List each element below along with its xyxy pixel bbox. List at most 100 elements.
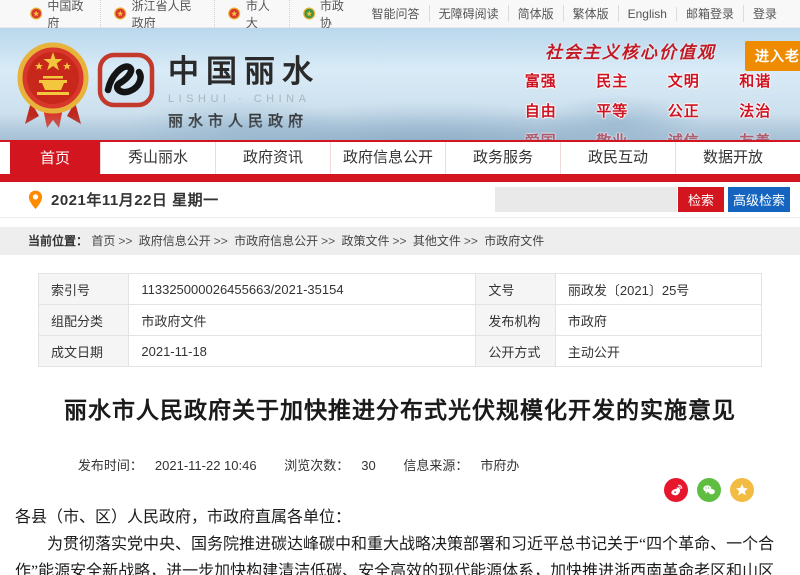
document-content: 索引号 113325000026455663/2021-35154 文号 丽政发…	[0, 255, 800, 575]
wechat-share-icon[interactable]	[697, 478, 721, 502]
nav-item-interaction[interactable]: 政民互动	[560, 142, 675, 174]
search-input[interactable]	[495, 187, 677, 212]
link-login[interactable]: 登录	[744, 5, 786, 22]
link-city-congress[interactable]: 市人大	[215, 0, 289, 31]
doc-meta-table: 索引号 113325000026455663/2021-35154 文号 丽政发…	[38, 273, 762, 367]
nav-item-gov-news[interactable]: 政府资讯	[215, 142, 330, 174]
page-title: 丽水市人民政府关于加快推进分布式光伏规模化开发的实施意见	[38, 391, 762, 425]
nav-item-open-data[interactable]: 数据开放	[675, 142, 790, 174]
search-box: 检索 高级检索	[495, 187, 790, 212]
link-mail-login[interactable]: 邮箱登录	[677, 5, 744, 22]
location-pin-icon	[28, 190, 43, 210]
breadcrumb-separator: >>	[214, 234, 228, 248]
national-emblem	[17, 40, 89, 130]
link-china-gov[interactable]: 中国政府	[30, 0, 101, 31]
gov-links: 中国政府 浙江省人民政府 市人大 市政协	[30, 0, 363, 31]
breadcrumb-separator: >>	[464, 234, 478, 248]
core-values-title: 社会主义核心价值观	[545, 38, 745, 63]
breadcrumb-separator: >>	[393, 234, 407, 248]
breadcrumb-item-city-gov-files[interactable]: 市政府文件	[484, 234, 544, 248]
share-bar	[38, 478, 762, 502]
breadcrumb-separator: >>	[118, 234, 132, 248]
link-zhejiang-gov[interactable]: 浙江省人民政府	[101, 0, 215, 31]
publish-time-label: 发布时间：	[78, 458, 143, 473]
meta-label: 文号	[476, 274, 556, 305]
meta-label: 公开方式	[476, 336, 556, 367]
meta-label: 成文日期	[39, 336, 129, 367]
core-values-grid: 富强 民主 文明 和谐 自由 平等 公正 法治 爱国 敬业 诚信 友善	[505, 70, 791, 140]
link-accessibility[interactable]: 无障碍阅读	[430, 5, 509, 22]
utility-links: 智能问答 无障碍阅读 简体版 繁体版 English 邮箱登录 登录	[363, 5, 786, 22]
top-utility-bar: 中国政府 浙江省人民政府 市人大 市政协 智能问答 无障碍阅读 简体版 繁体版 …	[0, 0, 800, 28]
source-label: 信息来源：	[403, 458, 468, 473]
meta-value: 主动公开	[555, 336, 761, 367]
core-value: 民主	[577, 70, 649, 91]
core-value: 平等	[577, 100, 649, 121]
publish-time: 2021-11-22 10:46	[155, 458, 257, 473]
search-button[interactable]: 检索	[678, 187, 724, 212]
table-row: 索引号 113325000026455663/2021-35154 文号 丽政发…	[39, 274, 762, 305]
views-count: 30	[361, 458, 375, 473]
gov-link-label: 市政协	[320, 0, 350, 31]
nav-item-home[interactable]: 首页	[10, 142, 100, 182]
core-value: 诚信	[648, 130, 720, 140]
meta-label: 组配分类	[39, 305, 129, 336]
breadcrumb-item-other-files[interactable]: 其他文件	[413, 234, 461, 248]
advanced-search-button[interactable]: 高级检索	[728, 187, 790, 212]
breadcrumb-item-city-info-disclosure[interactable]: 市政府信息公开	[234, 234, 318, 248]
core-value: 公正	[648, 100, 720, 121]
core-value: 爱国	[505, 130, 577, 140]
link-english[interactable]: English	[619, 7, 677, 21]
national-emblem-icon	[114, 6, 126, 21]
core-value: 法治	[720, 100, 792, 121]
elderly-mode-button[interactable]: 进入老	[745, 41, 800, 71]
site-subtitle: 丽水市人民政府	[168, 110, 320, 131]
gov-link-label: 浙江省人民政府	[132, 0, 202, 31]
breadcrumb-label: 当前位置：	[28, 234, 88, 248]
qzone-share-icon[interactable]	[730, 478, 754, 502]
site-identity: 中国丽水 LISHUI · CHINA 丽水市人民政府	[168, 46, 320, 131]
breadcrumb-separator: >>	[321, 234, 335, 248]
breadcrumb-item-info-disclosure[interactable]: 政府信息公开	[139, 234, 211, 248]
gov-link-label: 中国政府	[47, 0, 87, 31]
nav-item-xiushan-lishui[interactable]: 秀山丽水	[100, 142, 215, 174]
article-paragraph: 为贯彻落实党中央、国务院推进碳达峰碳中和重大战略决策部署和习近平总书记关于“四个…	[15, 531, 785, 575]
core-value: 自由	[505, 100, 577, 121]
date-search-bar: 2021年11月22日 星期一 检索 高级检索	[0, 182, 800, 218]
meta-value: 市政府文件	[129, 305, 476, 336]
core-value: 和谐	[720, 70, 792, 91]
lishui-logo	[96, 50, 156, 110]
cppcc-emblem-icon	[303, 6, 315, 21]
breadcrumb-item-policy-files[interactable]: 政策文件	[341, 234, 389, 248]
link-traditional[interactable]: 繁体版	[564, 5, 619, 22]
gov-link-label: 市人大	[246, 0, 276, 31]
publish-meta: 发布时间： 2021-11-22 10:46 浏览次数： 30 信息来源： 市府办	[38, 455, 559, 474]
article-salutation: 各县（市、区）人民政府，市政府直属各单位：	[15, 504, 785, 531]
views-label: 浏览次数：	[284, 458, 349, 473]
table-row: 成文日期 2021-11-18 公开方式 主动公开	[39, 336, 762, 367]
core-value: 文明	[648, 70, 720, 91]
link-smart-qa[interactable]: 智能问答	[363, 5, 430, 22]
meta-value: 113325000026455663/2021-35154	[129, 274, 476, 305]
national-emblem-icon	[30, 6, 42, 21]
meta-label: 索引号	[39, 274, 129, 305]
table-row: 组配分类 市政府文件 发布机构 市政府	[39, 305, 762, 336]
site-name: 中国丽水	[168, 46, 320, 91]
breadcrumb: 当前位置： 首页>> 政府信息公开>> 市政府信息公开>> 政策文件>> 其他文…	[0, 227, 800, 255]
weibo-share-icon[interactable]	[664, 478, 688, 502]
site-banner: 中国丽水 LISHUI · CHINA 丽水市人民政府 社会主义核心价值观 进入…	[0, 28, 800, 140]
meta-value: 丽政发〔2021〕25号	[555, 274, 761, 305]
article-body: 各县（市、区）人民政府，市政府直属各单位： 为贯彻落实党中央、国务院推进碳达峰碳…	[15, 504, 785, 575]
core-value: 友善	[720, 130, 792, 140]
core-value: 富强	[505, 70, 577, 91]
source-value: 市府办	[480, 458, 519, 473]
core-value: 敬业	[577, 130, 649, 140]
current-date: 2021年11月22日 星期一	[51, 189, 219, 210]
breadcrumb-item-home[interactable]: 首页	[91, 234, 115, 248]
nav-item-info-disclosure[interactable]: 政府信息公开	[330, 142, 445, 174]
meta-value: 2021-11-18	[129, 336, 476, 367]
link-city-cppcc[interactable]: 市政协	[290, 0, 363, 31]
link-simplified[interactable]: 简体版	[509, 5, 564, 22]
main-nav: 首页 秀山丽水 政府资讯 政府信息公开 政务服务 政民互动 数据开放	[0, 140, 800, 182]
nav-item-gov-services[interactable]: 政务服务	[445, 142, 560, 174]
